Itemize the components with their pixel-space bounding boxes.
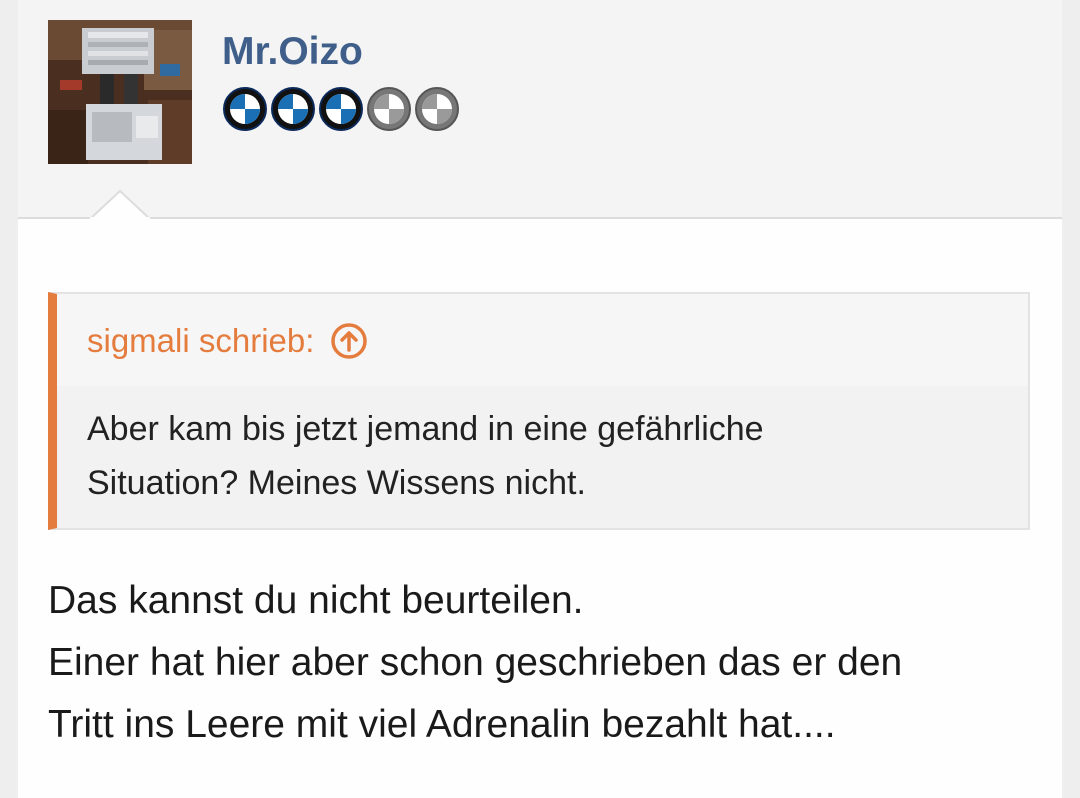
message-line: Einer hat hier aber schon geschrieben da… xyxy=(48,641,903,684)
rank-icons xyxy=(223,87,459,131)
rank-roundel-empty-icon xyxy=(415,87,459,131)
rank-roundel-empty-icon xyxy=(367,87,411,131)
quote-block: sigmali schrieb: Aber kam bis jetzt jema… xyxy=(48,292,1030,530)
message-line: Tritt ins Leere mit viel Adrenalin bezah… xyxy=(48,703,836,746)
post-message: Das kannst du nicht beurteilen. Einer ha… xyxy=(48,570,1048,756)
forum-post: Mr.Oizo sigmali schrieb: Aber kam bis je… xyxy=(18,0,1062,798)
quote-text: Aber kam bis jetzt jemand in eine gefähr… xyxy=(87,402,987,510)
arrow-up-circle-icon[interactable] xyxy=(330,322,368,360)
quote-header[interactable]: sigmali schrieb: xyxy=(87,322,368,360)
rank-roundel-filled-icon xyxy=(271,87,315,131)
header-pointer xyxy=(90,189,150,219)
rank-roundel-filled-icon xyxy=(319,87,363,131)
username[interactable]: Mr.Oizo xyxy=(222,30,363,74)
engine-photo-avatar xyxy=(48,20,192,164)
avatar[interactable] xyxy=(48,20,192,164)
quote-line: Aber kam bis jetzt jemand in eine gefähr… xyxy=(87,410,764,448)
post-author-header: Mr.Oizo xyxy=(18,0,1062,219)
quote-content: Aber kam bis jetzt jemand in eine gefähr… xyxy=(57,386,1028,528)
rank-roundel-filled-icon xyxy=(223,87,267,131)
quote-line: Situation? Meines Wissens nicht. xyxy=(87,464,586,502)
quote-author-label[interactable]: sigmali schrieb: xyxy=(87,322,314,360)
message-line: Das kannst du nicht beurteilen. xyxy=(48,579,584,622)
user-rank xyxy=(222,86,462,132)
